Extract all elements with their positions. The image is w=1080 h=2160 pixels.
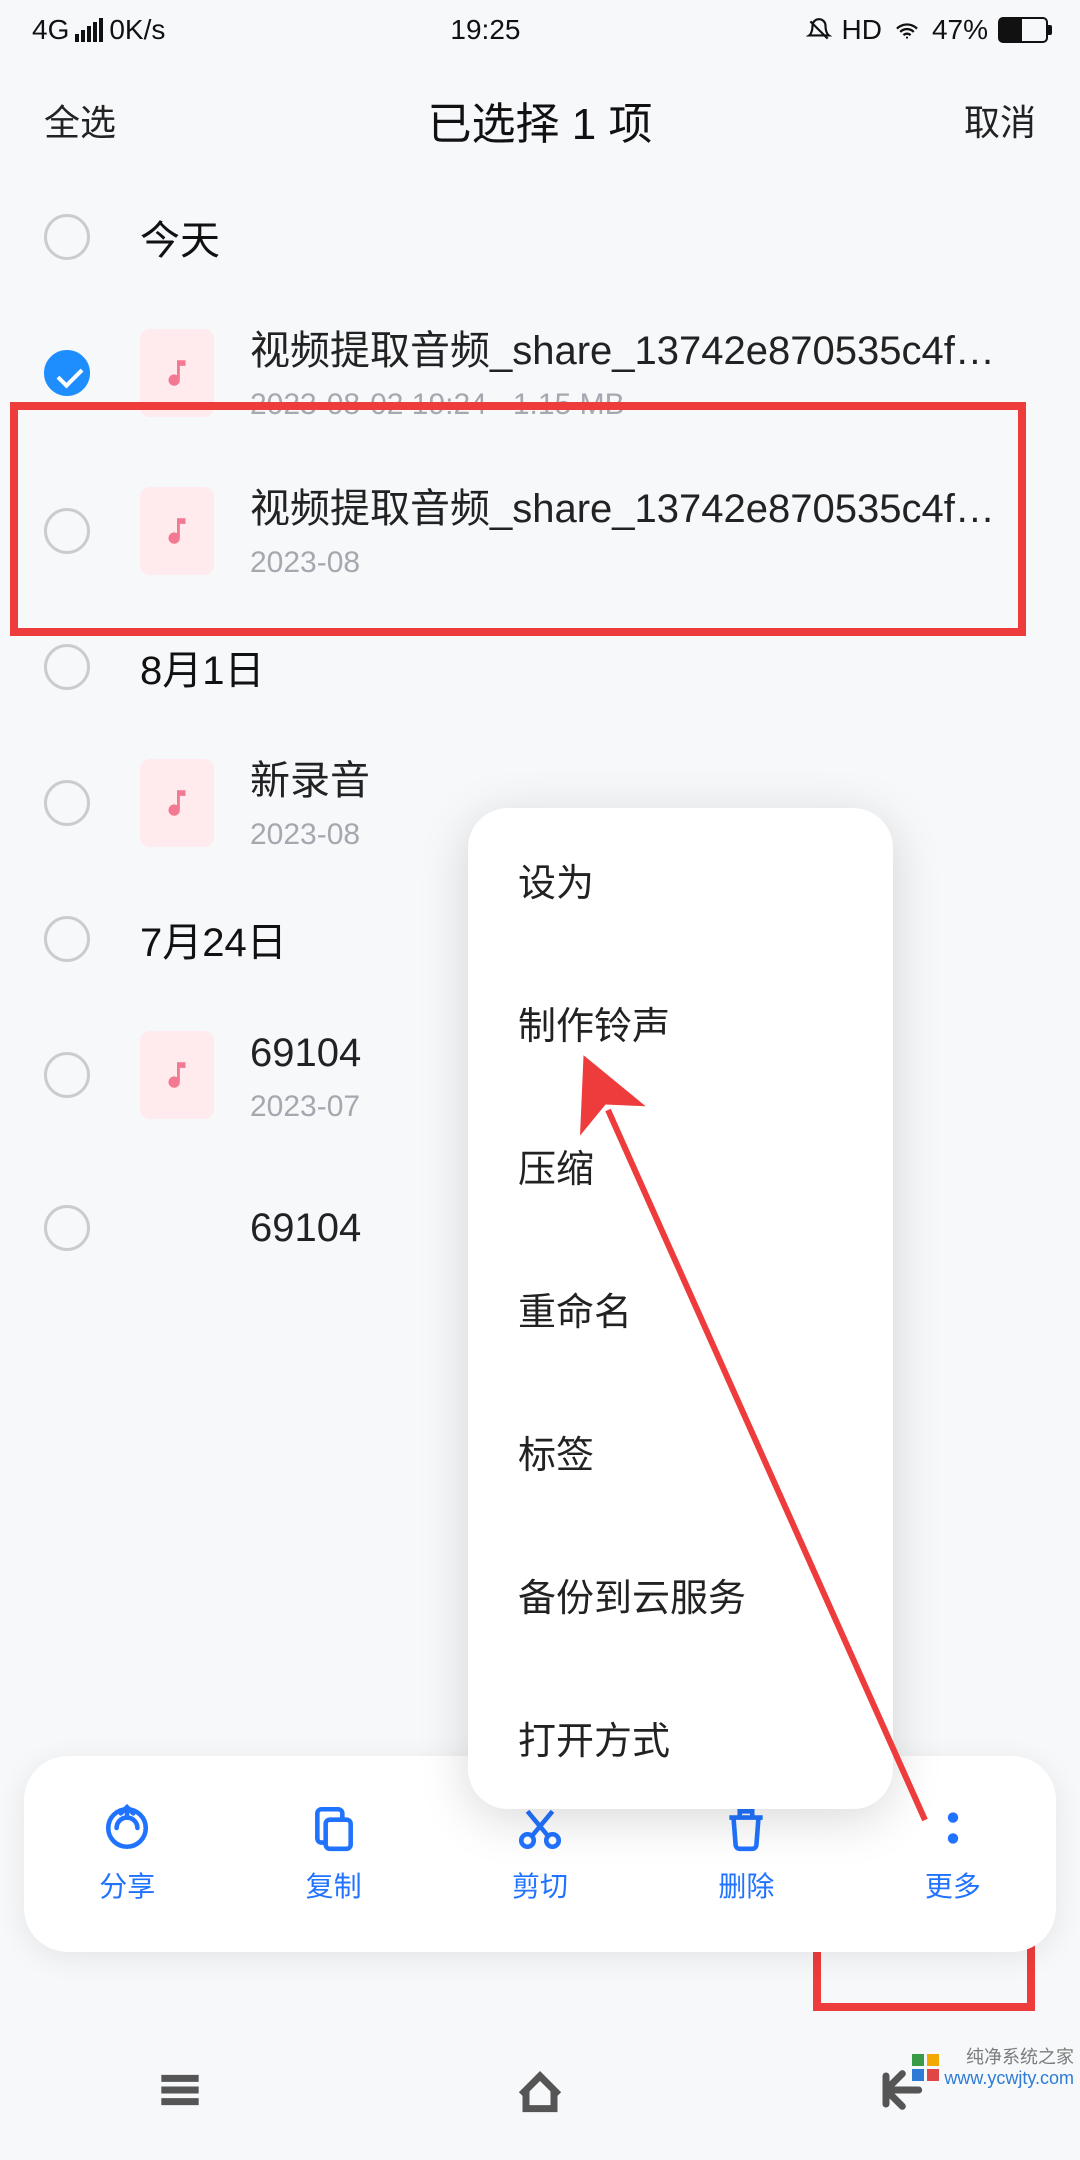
status-time: 19:25 xyxy=(450,14,520,46)
watermark: 纯净系统之家 www.ycwjty.com xyxy=(912,2047,1074,2090)
cut-label: 剪切 xyxy=(512,1865,568,1905)
select-all-button[interactable]: 全选 xyxy=(44,94,116,146)
popup-rename[interactable]: 重命名 xyxy=(468,1237,893,1380)
system-nav-bar xyxy=(0,2020,1080,2160)
music-file-icon xyxy=(140,329,214,417)
copy-label: 复制 xyxy=(306,1865,362,1905)
network-speed: 0K/s xyxy=(109,14,165,46)
section-header-aug1[interactable]: 8月1日 xyxy=(0,610,1080,724)
file-name: 视频提取音频_share_13742e870535c4f… xyxy=(250,324,1036,378)
music-file-icon xyxy=(140,759,214,847)
section-checkbox[interactable] xyxy=(44,214,90,260)
file-checkbox[interactable] xyxy=(44,1052,90,1098)
wifi-icon xyxy=(892,17,922,43)
section-checkbox[interactable] xyxy=(44,916,90,962)
popup-open-with[interactable]: 打开方式 xyxy=(468,1666,893,1809)
bell-off-icon xyxy=(806,17,832,43)
battery-icon xyxy=(998,17,1048,43)
scissors-icon xyxy=(515,1803,565,1853)
hd-label: HD xyxy=(842,14,882,46)
section-label: 今天 xyxy=(140,208,220,266)
file-name: 视频提取音频_share_13742e870535c4f… xyxy=(250,482,1036,536)
network-type: 4G xyxy=(32,14,69,46)
music-file-icon xyxy=(140,487,214,575)
header-title: 已选择 1 项 xyxy=(428,88,653,152)
section-header-today[interactable]: 今天 xyxy=(0,180,1080,294)
popup-backup-cloud[interactable]: 备份到云服务 xyxy=(468,1523,893,1666)
more-dots-icon xyxy=(928,1803,978,1853)
home-icon[interactable] xyxy=(512,2062,568,2118)
selection-header: 全选 已选择 1 项 取消 xyxy=(0,60,1080,180)
file-meta: 2023-08-02 19:241.15 MB xyxy=(250,388,1036,422)
file-checkbox[interactable] xyxy=(44,508,90,554)
delete-label: 删除 xyxy=(718,1865,774,1905)
battery-level: 47% xyxy=(932,14,988,46)
more-popup-menu: 设为 制作铃声 压缩 重命名 标签 备份到云服务 打开方式 xyxy=(468,808,893,1809)
popup-set-as[interactable]: 设为 xyxy=(468,808,893,951)
status-bar: 4G 0K/s 19:25 HD 47% xyxy=(0,0,1080,60)
popup-compress[interactable]: 压缩 xyxy=(468,1094,893,1237)
copy-icon xyxy=(309,1803,359,1853)
section-label: 7月24日 xyxy=(140,910,287,968)
trash-icon xyxy=(721,1803,771,1853)
more-label: 更多 xyxy=(925,1865,981,1905)
popup-tag[interactable]: 标签 xyxy=(468,1380,893,1523)
copy-button[interactable]: 复制 xyxy=(230,1756,436,1952)
share-label: 分享 xyxy=(99,1865,155,1905)
popup-make-ringtone[interactable]: 制作铃声 xyxy=(468,951,893,1094)
section-checkbox[interactable] xyxy=(44,644,90,690)
section-label: 8月1日 xyxy=(140,638,265,696)
file-checkbox[interactable] xyxy=(44,1205,90,1251)
signal-icon xyxy=(75,18,103,42)
watermark-logo-icon xyxy=(912,2054,940,2082)
share-button[interactable]: 分享 xyxy=(24,1756,230,1952)
file-checkbox-checked[interactable] xyxy=(44,350,90,396)
file-checkbox[interactable] xyxy=(44,780,90,826)
file-name: 新录音 xyxy=(250,754,1036,808)
file-meta: 2023-08 xyxy=(250,546,1036,580)
file-row[interactable]: 视频提取音频_share_13742e870535c4f… 2023-08-02… xyxy=(0,294,1080,452)
file-row[interactable]: 视频提取音频_share_13742e870535c4f… 2023-08 xyxy=(0,452,1080,610)
share-icon xyxy=(102,1803,152,1853)
music-file-icon xyxy=(140,1031,214,1119)
cancel-button[interactable]: 取消 xyxy=(964,94,1036,146)
recent-apps-icon[interactable] xyxy=(152,2062,208,2118)
